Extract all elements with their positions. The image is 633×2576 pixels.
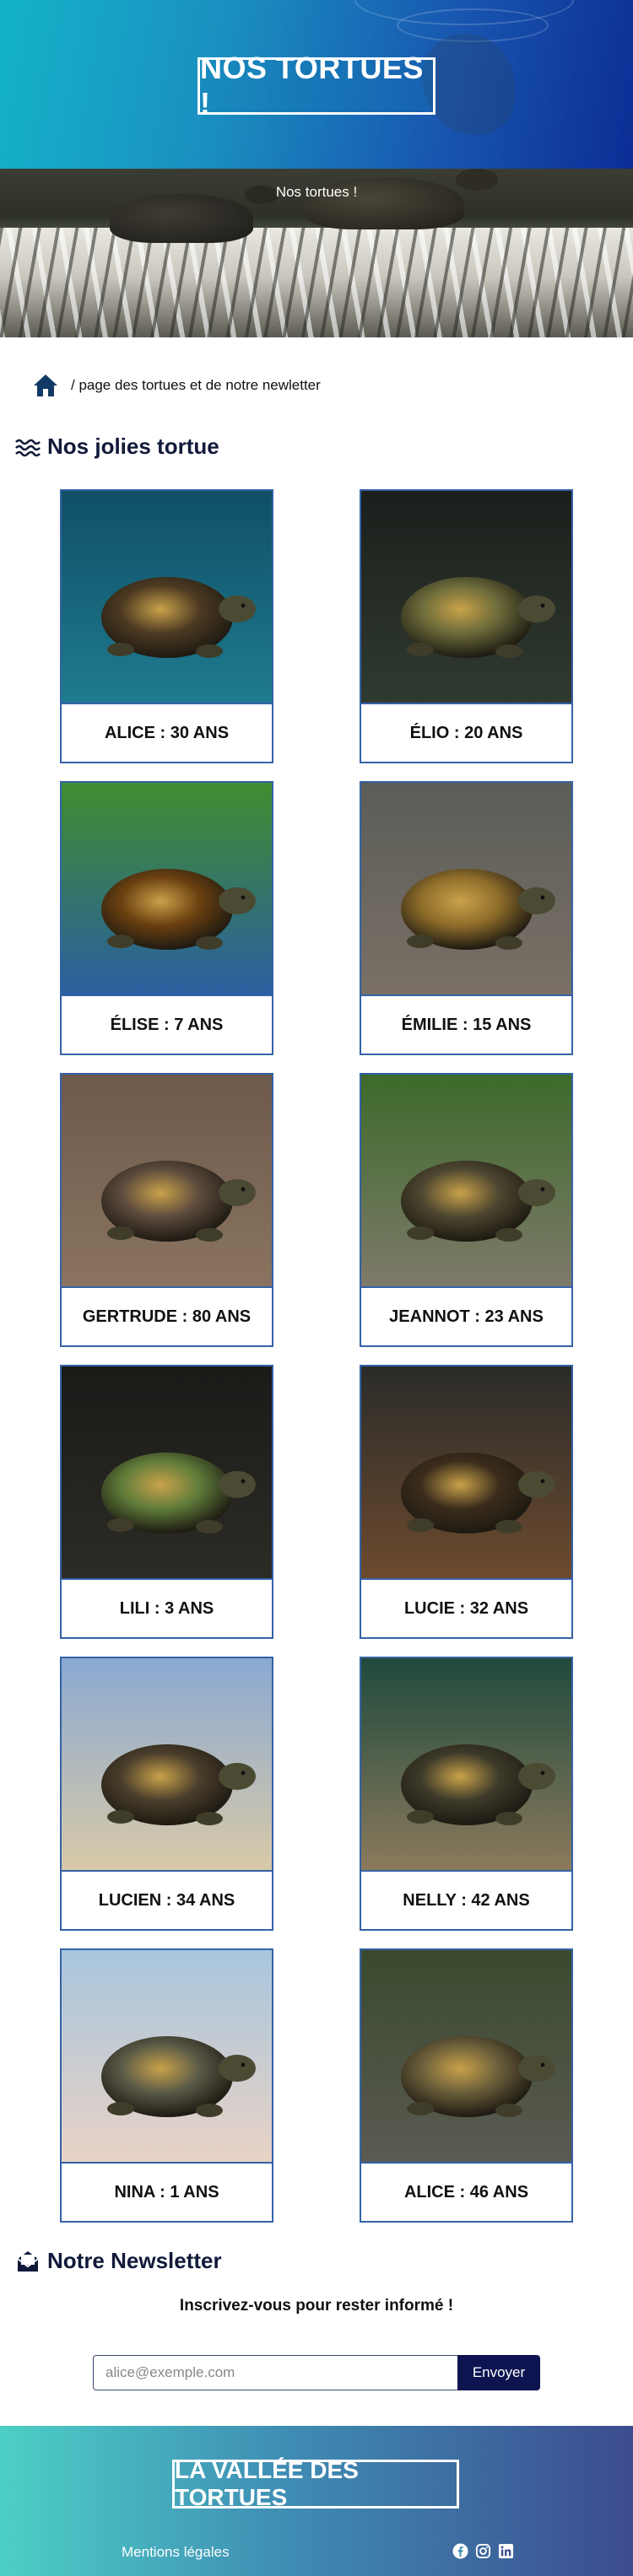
turtle-caption: ÉLIO : 20 ANS	[361, 703, 571, 762]
turtle-photo	[361, 783, 571, 994]
turtle-card[interactable]: NINA : 1 ANS	[60, 1948, 273, 2223]
turtle-illustration	[361, 783, 571, 994]
turtle-photo	[361, 1658, 571, 1870]
newsletter-title-text: Notre Newsletter	[47, 2248, 222, 2273]
newsletter-form: Envoyer	[93, 2355, 540, 2390]
log-image	[0, 228, 633, 337]
turtles-section-title: Nos jolies tortue	[15, 434, 219, 460]
newsletter-title: Notre Newsletter	[15, 2248, 222, 2274]
facebook-icon[interactable]	[452, 2543, 468, 2559]
turtle-shadow-decoration	[422, 34, 515, 135]
turtle-card[interactable]: LILI : 3 ANS	[60, 1365, 273, 1639]
turtle-photo	[62, 491, 272, 703]
footer-title: LA VALLÉE DES TORTUES	[172, 2457, 459, 2510]
turtle-caption: ALICE : 30 ANS	[62, 703, 272, 762]
breadcrumb: / page des tortues et de notre newletter	[32, 371, 321, 400]
turtle-card[interactable]: GERTRUDE : 80 ANS	[60, 1073, 273, 1347]
turtle-card[interactable]: ÉLIO : 20 ANS	[360, 489, 573, 763]
turtle-caption: ÉLISE : 7 ANS	[62, 994, 272, 1054]
turtle-illustration	[361, 491, 571, 703]
turtle-photo	[62, 1075, 272, 1286]
turtle-photo	[62, 1658, 272, 1870]
scene-caption: Nos tortues !	[275, 184, 358, 200]
turtle-card[interactable]: ÉLISE : 7 ANS	[60, 781, 273, 1055]
turtle-caption: JEANNOT : 23 ANS	[361, 1286, 571, 1345]
linkedin-icon[interactable]	[498, 2543, 514, 2559]
turtle-card[interactable]: JEANNOT : 23 ANS	[360, 1073, 573, 1347]
turtle-illustration	[62, 1950, 272, 2162]
newsletter-subtitle: Inscrivez-vous pour rester informé !	[179, 2297, 454, 2315]
turtle-caption: LILI : 3 ANS	[62, 1578, 272, 1637]
turtle-photo	[361, 1950, 571, 2162]
turtle-illustration	[62, 1658, 272, 1870]
turtle-photo	[62, 1366, 272, 1578]
turtle-card[interactable]: LUCIEN : 34 ANS	[60, 1657, 273, 1931]
home-icon[interactable]	[32, 373, 59, 398]
turtle-caption: LUCIE : 32 ANS	[361, 1578, 571, 1637]
turtle-caption: NINA : 1 ANS	[62, 2162, 272, 2221]
waves-icon	[15, 439, 41, 456]
turtle-card[interactable]: ALICE : 46 ANS	[360, 1948, 573, 2223]
turtles-section-title-text: Nos jolies tortue	[47, 434, 219, 459]
turtle-illustration	[62, 491, 272, 703]
hero-banner: NOS TORTUES !	[0, 0, 633, 169]
footer: LA VALLÉE DES TORTUES Mentions légales	[0, 2426, 633, 2576]
turtle-card[interactable]: NELLY : 42 ANS	[360, 1657, 573, 1931]
turtle-caption: NELLY : 42 ANS	[361, 1870, 571, 1929]
mail-open-icon	[17, 2250, 39, 2272]
turtle-illustration	[62, 783, 272, 994]
social-links	[452, 2543, 514, 2559]
turtle-caption: GERTRUDE : 80 ANS	[62, 1286, 272, 1345]
instagram-icon[interactable]	[475, 2543, 491, 2559]
legal-notice-link[interactable]: Mentions légales	[122, 2544, 230, 2561]
hero-turtles-photo: Nos tortues !	[0, 169, 633, 337]
hero-title: NOS TORTUES !	[197, 51, 436, 121]
turtle-card[interactable]: ÉMILIE : 15 ANS	[360, 781, 573, 1055]
turtle-caption: ALICE : 46 ANS	[361, 2162, 571, 2221]
turtle-photo	[361, 491, 571, 703]
turtle-caption: LUCIEN : 34 ANS	[62, 1870, 272, 1929]
breadcrumb-text: / page des tortues et de notre newletter	[71, 377, 321, 393]
turtle-illustration	[62, 1075, 272, 1286]
turtle-photo	[361, 1075, 571, 1286]
turtle-card[interactable]: ALICE : 30 ANS	[60, 489, 273, 763]
turtle-photo	[361, 1366, 571, 1578]
email-field[interactable]	[93, 2355, 457, 2390]
turtle-photo	[62, 783, 272, 994]
turtle-card[interactable]: LUCIE : 32 ANS	[360, 1365, 573, 1639]
turtle-photo	[62, 1950, 272, 2162]
turtle-illustration	[361, 1366, 571, 1578]
subscribe-button[interactable]: Envoyer	[457, 2355, 540, 2390]
turtle-illustration	[361, 1075, 571, 1286]
turtle-caption: ÉMILIE : 15 ANS	[361, 994, 571, 1054]
turtle-illustration	[62, 1366, 272, 1578]
turtle-illustration	[361, 1658, 571, 1870]
turtle-illustration	[361, 1950, 571, 2162]
